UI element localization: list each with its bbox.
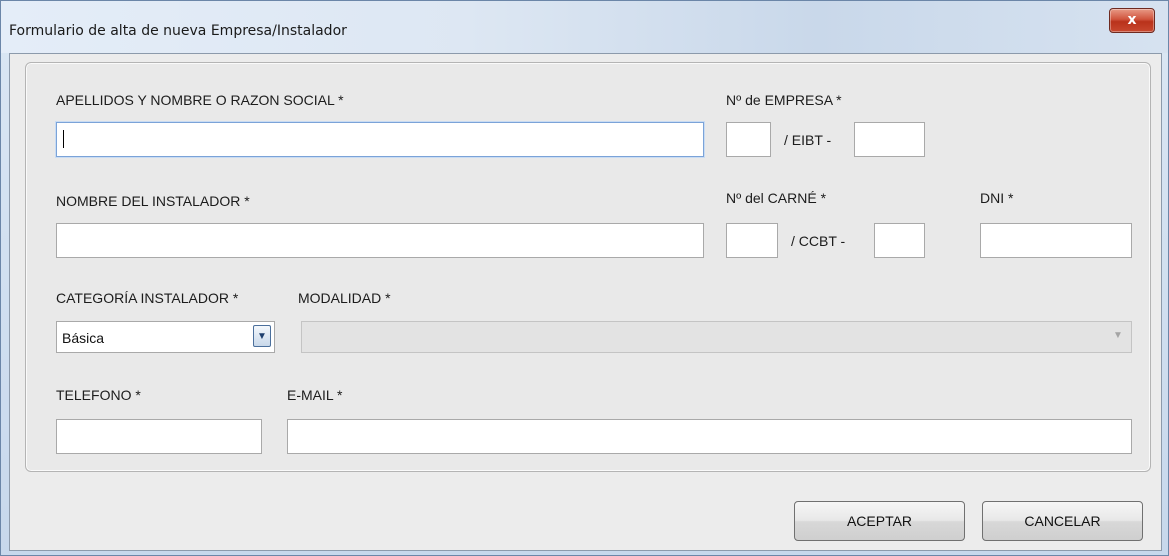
chevron-down-icon: ▼ [1113, 330, 1123, 341]
close-button[interactable]: x [1109, 8, 1155, 33]
telefono-input[interactable] [56, 419, 262, 454]
chevron-down-icon[interactable]: ▼ [253, 325, 271, 347]
instalador-label: NOMBRE DEL INSTALADOR * [56, 193, 250, 209]
num-empresa-part1-input[interactable] [726, 122, 771, 157]
dni-input[interactable] [980, 223, 1132, 258]
modalidad-label: MODALIDAD * [298, 290, 391, 306]
razon-social-input[interactable] [56, 122, 704, 157]
dni-label: DNI * [980, 190, 1014, 206]
num-carne-part2-input[interactable] [874, 223, 925, 258]
text-caret [63, 130, 64, 148]
email-input[interactable] [287, 419, 1132, 454]
email-label: E-MAIL * [287, 387, 343, 403]
num-empresa-label: Nº de EMPRESA * [726, 92, 842, 108]
num-carne-label: Nº del CARNÉ * [726, 190, 827, 206]
num-empresa-part2-input[interactable] [854, 122, 925, 157]
categoria-label: CATEGORÍA INSTALADOR * [56, 290, 239, 306]
modalidad-select[interactable]: ▼ [301, 321, 1132, 353]
instalador-input[interactable] [56, 223, 704, 258]
title-bar[interactable]: Formulario de alta de nueva Empresa/Inst… [1, 1, 1168, 53]
categoria-selected-value: Básica [62, 330, 105, 346]
cancel-button[interactable]: CANCELAR [982, 501, 1143, 541]
telefono-label: TELEFONO * [56, 387, 141, 403]
close-icon: x [1127, 12, 1137, 28]
window-title: Formulario de alta de nueva Empresa/Inst… [9, 23, 347, 39]
accept-button[interactable]: ACEPTAR [794, 501, 965, 541]
dialog-window: Formulario de alta de nueva Empresa/Inst… [0, 0, 1169, 556]
eibt-separator: / EIBT - [784, 132, 832, 148]
razon-social-label: APELLIDOS Y NOMBRE O RAZON SOCIAL * [56, 92, 344, 108]
ccbt-separator: / CCBT - [791, 233, 846, 249]
categoria-select[interactable]: Básica ▼ [56, 321, 275, 353]
num-carne-part1-input[interactable] [726, 223, 778, 258]
